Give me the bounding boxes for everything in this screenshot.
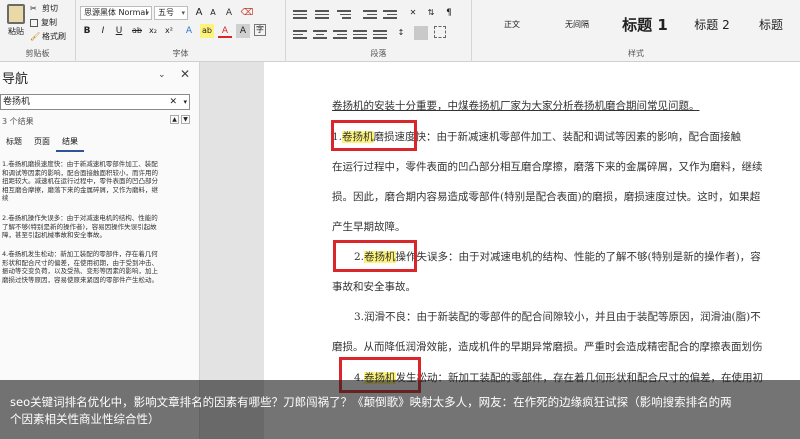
copy-icon	[30, 18, 38, 27]
styles-group-label: 样式	[628, 49, 644, 58]
clipboard-icon	[7, 4, 25, 24]
sort-icon[interactable]: ⇅	[424, 6, 438, 20]
paragraph-group: ✕ ⇅ ¶ ↕ 段落	[286, 0, 472, 62]
chevron-down-icon[interactable]: ⌄	[158, 70, 166, 80]
copy-button[interactable]: 复制	[30, 17, 57, 28]
paragraph-group-label: 段落	[370, 49, 387, 58]
align-center-icon[interactable]	[312, 28, 328, 40]
borders-icon[interactable]	[434, 26, 446, 38]
align-left-icon[interactable]	[292, 28, 308, 40]
chevron-down-icon[interactable]: ▾	[183, 95, 187, 109]
doc-line: 产生早期故障。	[332, 221, 406, 233]
style-title[interactable]: 标题	[744, 4, 798, 44]
nav-title: 导航	[2, 72, 29, 87]
show-marks-icon[interactable]: ¶	[442, 6, 456, 20]
next-result-icon[interactable]: ▼	[181, 115, 190, 124]
bold-button[interactable]: B	[80, 24, 94, 38]
chevron-down-icon: ▾	[181, 9, 185, 17]
multilevel-list-icon[interactable]	[336, 8, 352, 20]
italic-button[interactable]: I	[96, 24, 110, 38]
clear-search-icon[interactable]: ✕	[169, 95, 177, 109]
text-effects-button[interactable]: A	[182, 24, 196, 38]
numbering-icon[interactable]	[314, 8, 330, 20]
change-case-button[interactable]: A	[222, 6, 236, 20]
list-item[interactable]: 2.卷扬机操作失误多：由于对减速电机的结构、性能的 了解不够(特别是新的操作者)…	[2, 214, 190, 240]
list-item[interactable]: 4.卷扬机发生松动：新加工装配的零部件，存在着几何 形状和配合尺寸的偏差，在使用…	[2, 250, 190, 284]
tab-pages[interactable]: 页面	[28, 134, 56, 152]
brush-icon: 🖌	[30, 32, 41, 41]
result-navigation: ▲ ▼	[170, 115, 190, 124]
annotation-box	[333, 240, 417, 272]
style-heading-2[interactable]: 标题 2	[682, 4, 742, 44]
style-normal[interactable]: 正文	[480, 4, 544, 44]
doc-line: 在运行过程中，零件表面的凹凸部分相互磨合摩擦，磨落下来的金属碎屑，又作为磨料，继…	[332, 161, 763, 173]
caption-overlay: seo关键词排名优化中，影响文章排名的因素有哪些？刀郎闯祸了？《颠倒歌》映射太多…	[0, 380, 800, 439]
previous-result-icon[interactable]: ▲	[170, 115, 179, 124]
doc-line: 磨损。从而降低润滑效能，造成机件的早期异常磨损。严重时会造成精密配合的摩擦表面划…	[332, 341, 763, 353]
char-shading-button[interactable]: A	[236, 24, 250, 38]
distributed-icon[interactable]	[372, 28, 388, 40]
scissors-icon: ✂	[30, 4, 37, 13]
increase-indent-icon[interactable]	[382, 8, 398, 20]
highlight-button[interactable]: ab	[200, 24, 214, 38]
shading-icon[interactable]	[414, 26, 428, 40]
decrease-indent-icon[interactable]	[362, 8, 378, 20]
tab-results[interactable]: 结果	[56, 134, 84, 152]
align-right-icon[interactable]	[332, 28, 348, 40]
chevron-down-icon: ▾	[145, 9, 149, 17]
superscript-button[interactable]: x²	[162, 24, 176, 38]
subscript-button[interactable]: x₂	[146, 24, 160, 38]
clear-format-icon[interactable]: ⌫	[240, 6, 254, 20]
strikethrough-button[interactable]: ab	[130, 24, 144, 38]
result-count: 3 个结果	[2, 117, 34, 126]
paste-button[interactable]: 粘贴	[4, 4, 28, 42]
nav-tabs: 标题 页面 结果	[0, 134, 84, 152]
list-item[interactable]: 1.卷扬机磨损速度快：由于新减速机零部件加工、装配 和调试等因素的影响，配合面接…	[2, 160, 190, 203]
doc-line: 3.润滑不良：由于新装配的零部件的配合间隙较小，并且由于装配等原因，润滑油(脂)…	[354, 311, 761, 323]
bullets-icon[interactable]	[292, 8, 308, 20]
doc-line: 事故和安全事故。	[332, 281, 416, 293]
clipboard-group: 粘贴 ✂ 剪切 复制 🖌 格式刷 剪贴板	[0, 0, 76, 62]
style-no-spacing[interactable]: 无间隔	[546, 4, 608, 44]
styles-group: 正文 无间隔 标题 1 标题 2 标题 样式	[472, 0, 800, 62]
style-heading-1[interactable]: 标题 1	[610, 4, 680, 44]
line-spacing-icon[interactable]: ↕	[394, 26, 408, 40]
annotation-box	[331, 120, 417, 151]
font-group: 思源黑体 Normal ▾ 五号 ▾ A A A ⌫ B I U ab x₂ x² …	[76, 0, 286, 62]
font-group-label: 字体	[172, 49, 189, 58]
doc-line: 损。因此，磨合期内容易造成零部件(特别是配合表面)的磨损，磨损速度过快。这时，如…	[332, 191, 761, 203]
doc-line: 卷扬机的安装十分重要，中煤卷扬机厂家为大家分析卷扬机磨合期间常见问题。	[332, 100, 700, 112]
justify-icon[interactable]	[352, 28, 368, 40]
clipboard-group-label: 剪贴板	[25, 49, 50, 58]
cut-button[interactable]: ✂ 剪切	[30, 3, 58, 14]
close-icon[interactable]: ✕	[180, 67, 190, 81]
chinese-layout-icon[interactable]: ✕	[406, 6, 420, 20]
ribbon: 粘贴 ✂ 剪切 复制 🖌 格式刷 剪贴板 思源黑体 Normal ▾ 五号 ▾ A …	[0, 0, 800, 62]
font-size-select[interactable]: 五号 ▾	[154, 6, 188, 20]
tab-headings[interactable]: 标题	[0, 134, 28, 152]
font-face-select[interactable]: 思源黑体 Normal ▾	[80, 6, 152, 20]
nav-search-input[interactable]: 卷扬机 ✕ ▾	[0, 94, 190, 110]
format-painter-button[interactable]: 🖌 格式刷	[30, 31, 66, 42]
shrink-font-button[interactable]: A	[206, 6, 220, 20]
enclose-char-icon[interactable]: 字	[254, 24, 266, 36]
grow-font-button[interactable]: A	[192, 6, 206, 20]
font-color-button[interactable]: A	[218, 24, 232, 38]
underline-button[interactable]: U	[112, 24, 126, 38]
